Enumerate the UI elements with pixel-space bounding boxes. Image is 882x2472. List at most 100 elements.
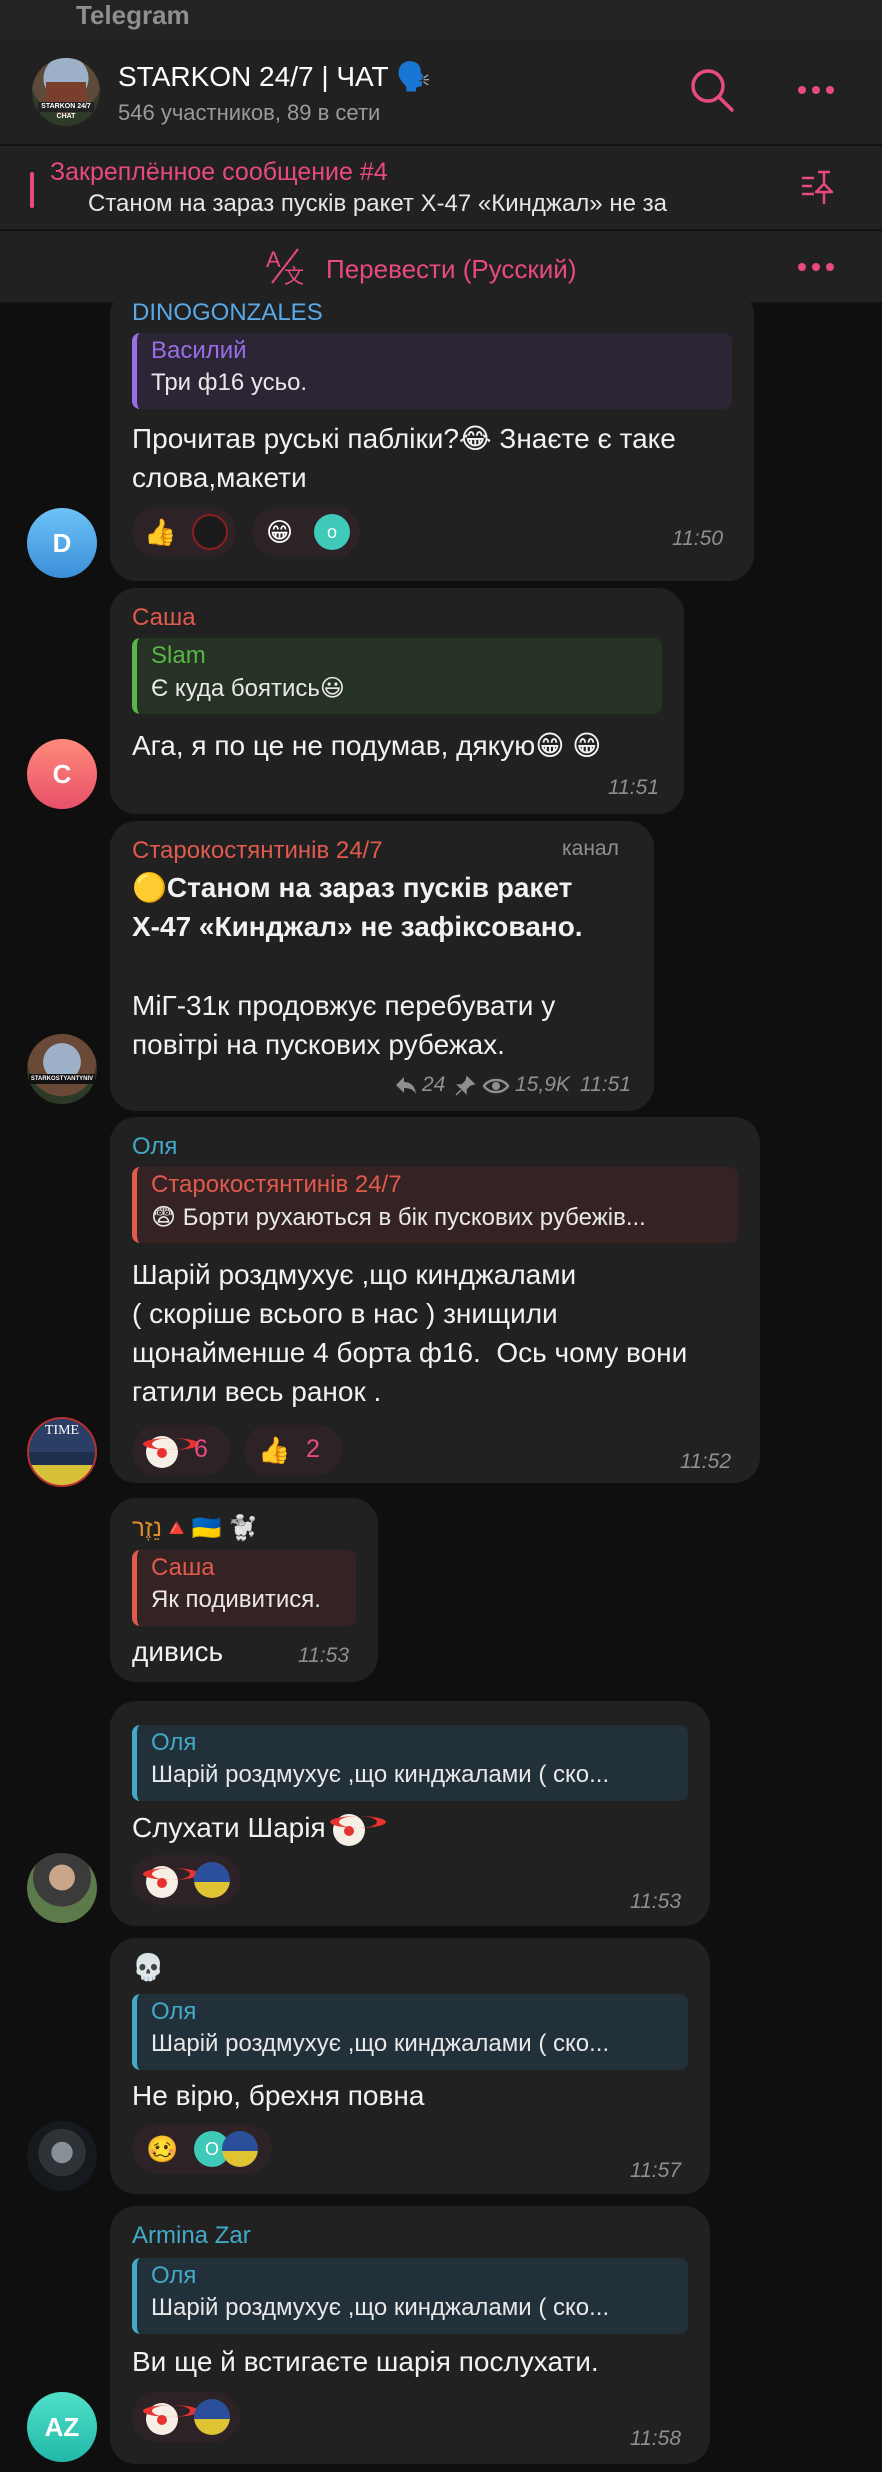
app-title: Telegram bbox=[76, 0, 190, 30]
pin-list-icon[interactable] bbox=[798, 164, 846, 212]
channel-badge: канал bbox=[562, 837, 619, 860]
message-bubble[interactable]: Armina Zar Оля Шарій роздмухує ,що киндж… bbox=[110, 2206, 710, 2464]
message-text: Не вірю, брехня повна bbox=[132, 2080, 425, 2111]
svg-text:文: 文 bbox=[284, 265, 304, 287]
avatar-tag: TIME bbox=[44, 1423, 80, 1438]
sender-name[interactable]: נֵזֶר🔺🇺🇦 🐩 bbox=[132, 1514, 258, 1543]
reply-preview[interactable]: Саша Як подивитися. bbox=[132, 1550, 356, 1626]
chat-member-count: 546 участников, 89 в сети bbox=[118, 100, 381, 125]
reply-preview[interactable]: Оля Шарій роздмухує ,що кинджалами ( ско… bbox=[132, 1725, 688, 1801]
avatar[interactable]: TIME bbox=[27, 1417, 97, 1487]
message-time: 11:51 bbox=[580, 1073, 631, 1096]
views-icon bbox=[482, 1078, 510, 1094]
chat-avatar-tag: STARKON 24/7 CHAT bbox=[38, 102, 94, 120]
thumbs-up-icon: 👍 bbox=[258, 1435, 291, 1465]
reply-text: Шарій роздмухує ,що кинджалами ( ско... bbox=[151, 2030, 610, 2057]
message-time: 11:51 bbox=[608, 776, 659, 799]
more-icon[interactable] bbox=[788, 62, 844, 118]
clown-icon bbox=[143, 1864, 199, 1899]
reply-text: 😨 Борти рухаються в бік пускових рубежів… bbox=[151, 1204, 646, 1231]
message-time: 11:53 bbox=[298, 1644, 349, 1667]
avatar[interactable]: D bbox=[27, 508, 97, 578]
reply-preview[interactable]: Оля Шарій роздмухує ,що кинджалами ( ско… bbox=[132, 2258, 688, 2334]
message-text: Ви ще й встигаєте шарія послухати. bbox=[132, 2346, 599, 2377]
reactor-avatar bbox=[194, 2399, 230, 2435]
chat-header[interactable]: STARKON 24/7 CHAT STARKON 24/7 | ЧАТ 🗣️ … bbox=[0, 40, 882, 145]
translate-button[interactable]: Перевести (Русский) bbox=[326, 254, 577, 285]
avatar[interactable] bbox=[27, 2121, 97, 2191]
chat-name[interactable]: STARKON 24/7 | ЧАТ 🗣️ bbox=[118, 60, 431, 93]
sender-name[interactable]: Armina Zar bbox=[132, 2222, 251, 2250]
svg-text:A: A bbox=[266, 247, 281, 272]
pin-icon bbox=[455, 1075, 476, 1096]
sender-name[interactable]: Оля bbox=[132, 1133, 177, 1161]
reactor-avatar: o bbox=[314, 514, 350, 550]
message-text: Шарій роздмухує ,що кинджалами ( скоріше… bbox=[132, 1259, 688, 1407]
reaction-grin[interactable]: 😁 o bbox=[252, 507, 360, 557]
message-bubble[interactable]: DINOGONZALES Василий Три ф16 усьо. Прочи… bbox=[110, 289, 754, 581]
message-bubble[interactable]: Старокостянтинів 24/7 канал 🟡Станом на з… bbox=[110, 821, 654, 1111]
message-time: 11:58 bbox=[630, 2427, 681, 2450]
message-text: дивись bbox=[132, 1636, 224, 1667]
view-count: 15,9K bbox=[515, 1073, 570, 1096]
reply-preview[interactable]: Slam Є куда боятись😃 bbox=[132, 638, 662, 714]
avatar[interactable]: AZ bbox=[27, 2392, 97, 2462]
reply-sender: Slam bbox=[151, 642, 206, 669]
message-time: 11:52 bbox=[680, 1450, 731, 1473]
pinned-title: Закреплённое сообщение #4 bbox=[50, 158, 388, 186]
reaction-count: 2 bbox=[306, 1435, 320, 1463]
reply-sender: Оля bbox=[151, 1729, 197, 1756]
pinned-message-bar[interactable]: Закреплённое сообщение #4 Станом на зара… bbox=[0, 146, 882, 230]
reply-preview[interactable]: Старокостянтинів 24/7 😨 Борти рухаються … bbox=[132, 1167, 738, 1243]
forward-count: 24 bbox=[422, 1073, 446, 1096]
clown-icon bbox=[143, 2401, 199, 2436]
reaction-clown[interactable] bbox=[132, 2392, 240, 2442]
avatar[interactable] bbox=[27, 1853, 97, 1923]
message-text: МіГ-31к продовжує перебувати у повітрі н… bbox=[132, 990, 556, 1060]
pinned-text: Станом на зараз пусків ракет Х-47 «Киндж… bbox=[88, 190, 667, 217]
message-time: 11:53 bbox=[630, 1890, 681, 1913]
reply-text: Шарій роздмухує ,що кинджалами ( ско... bbox=[151, 1761, 610, 1788]
sender-name[interactable]: DINOGONZALES bbox=[132, 299, 323, 327]
message-bubble[interactable]: Саша Slam Є куда боятись😃 Ага, я по це н… bbox=[110, 588, 684, 814]
message-text-content: Слухати Шарія bbox=[132, 1812, 326, 1843]
reply-sender: Оля bbox=[151, 2262, 197, 2289]
reply-text: Три ф16 усьо. bbox=[151, 369, 308, 396]
reaction-thumbs-up[interactable]: 👍 2 bbox=[244, 1425, 342, 1475]
forward-icon bbox=[396, 1077, 416, 1094]
clown-icon bbox=[330, 1813, 387, 1846]
sender-name[interactable]: Старокостянтинів 24/7 bbox=[132, 837, 383, 865]
avatar[interactable]: STARKOSTYANTYNIV bbox=[27, 1034, 97, 1104]
avatar[interactable]: C bbox=[27, 739, 97, 809]
more-icon[interactable] bbox=[788, 239, 844, 295]
sender-name[interactable]: Саша bbox=[132, 604, 196, 632]
message-list[interactable]: DINOGONZALES Василий Три ф16 усьо. Прочи… bbox=[0, 289, 882, 2472]
reaction-clown[interactable] bbox=[132, 1855, 240, 1905]
reply-text: Як подивитися. bbox=[151, 1586, 321, 1613]
search-icon[interactable] bbox=[684, 62, 740, 118]
reply-sender: Василий bbox=[151, 337, 247, 364]
reply-preview[interactable]: Василий Три ф16 усьо. bbox=[132, 333, 732, 409]
message-bubble[interactable]: 💀 Оля Шарій роздмухує ,що кинджалами ( с… bbox=[110, 1938, 710, 2194]
reply-preview[interactable]: Оля Шарій роздмухує ,що кинджалами ( ско… bbox=[132, 1994, 688, 2070]
message-text: Слухати Шарія bbox=[132, 1808, 387, 1847]
message-bubble[interactable]: נֵזֶר🔺🇺🇦 🐩 Саша Як подивитися. дивись 11… bbox=[110, 1498, 378, 1682]
reaction-woozy[interactable]: 🥴 O bbox=[132, 2124, 272, 2174]
message-time: 11:50 bbox=[672, 527, 723, 550]
reaction-clown[interactable]: 6 bbox=[132, 1425, 230, 1475]
message-bubble[interactable]: Оля Шарій роздмухує ,що кинджалами ( ско… bbox=[110, 1701, 710, 1926]
translate-icon: A 文 bbox=[266, 247, 304, 287]
reply-sender: Старокостянтинів 24/7 bbox=[151, 1171, 402, 1198]
reaction-thumbs-up[interactable]: 👍 bbox=[132, 507, 236, 557]
message-bubble[interactable]: Оля Старокостянтинів 24/7 😨 Борти рухают… bbox=[110, 1117, 760, 1483]
grin-icon: 😁 bbox=[266, 517, 294, 547]
sender-name[interactable]: 💀 bbox=[132, 1952, 164, 1983]
avatar-tag: STARKOSTYANTYNIV bbox=[29, 1074, 95, 1084]
message-text: Прочитав руські пабліки?😂 Знаєте є таке … bbox=[132, 423, 676, 493]
message-text: Ага, я по це не подумав, дякую😁 😁 bbox=[132, 730, 602, 761]
message-text-bold: 🟡Станом на зараз пусків ракет Х-47 «Кинд… bbox=[132, 872, 583, 942]
reactor-avatar bbox=[192, 514, 228, 550]
clown-icon bbox=[143, 1434, 199, 1469]
reactor-avatar bbox=[194, 1862, 230, 1898]
chat-avatar[interactable]: STARKON 24/7 CHAT bbox=[32, 58, 100, 126]
